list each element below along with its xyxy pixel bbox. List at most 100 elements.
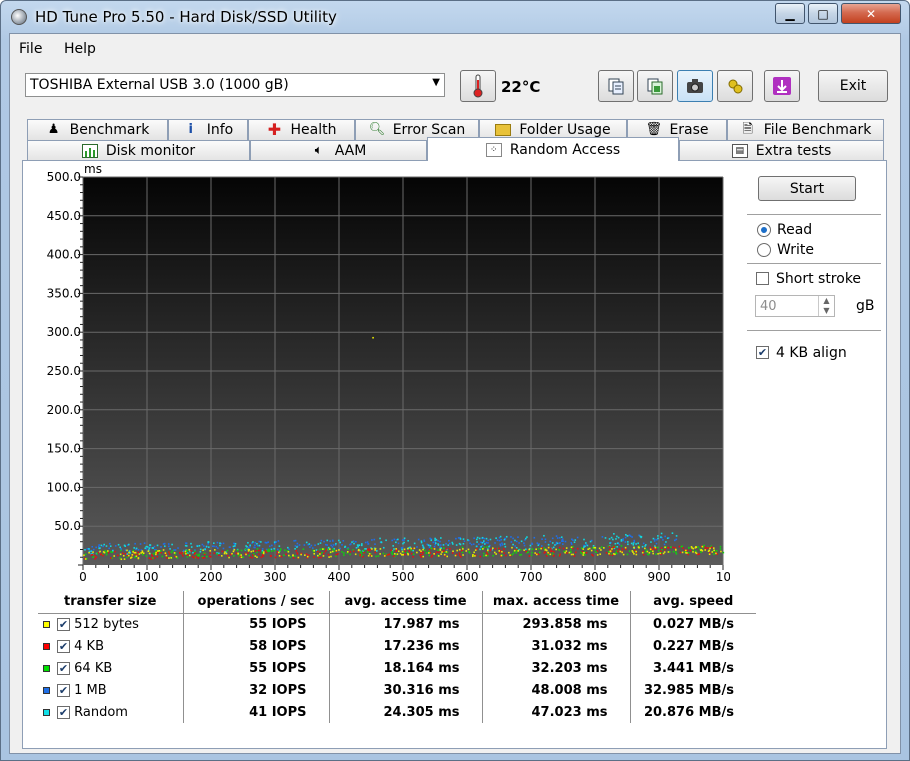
data-point (124, 553, 127, 555)
menu-file[interactable]: File (19, 41, 42, 57)
write-radio[interactable] (757, 243, 771, 257)
short-stroke-label: Short stroke (776, 271, 862, 287)
tab-random-access[interactable]: ⁘ Random Access (427, 137, 679, 161)
data-point (585, 551, 588, 554)
temperature-button[interactable] (460, 70, 496, 102)
data-point (379, 537, 381, 540)
data-point (225, 552, 228, 555)
short-stroke-input[interactable]: 40 ▲ ▼ (755, 295, 835, 317)
tab-aam[interactable]: 🔈︎ AAM (250, 140, 427, 161)
start-button[interactable]: Start (758, 176, 856, 201)
data-point (292, 554, 294, 556)
data-point (501, 550, 503, 553)
divider (747, 263, 881, 264)
minimize-button[interactable]: ▁ (775, 3, 805, 24)
data-point (267, 549, 270, 551)
series-checkbox[interactable]: ✔ (57, 617, 70, 631)
data-point (186, 556, 189, 558)
drive-select[interactable]: TOSHIBA External USB 3.0 (1000 gB) ▼ (25, 73, 445, 97)
data-point (153, 557, 156, 559)
data-point (429, 552, 432, 554)
data-point (202, 557, 204, 559)
tab-benchmark[interactable]: ♟ Benchmark (27, 119, 168, 140)
data-point (252, 550, 255, 552)
tab-extra-tests[interactable]: ▤ Extra tests (679, 140, 884, 161)
data-point (313, 549, 316, 552)
data-point (349, 551, 352, 553)
title-bar[interactable]: HD Tune Pro 5.50 - Hard Disk/SSD Utility… (1, 1, 909, 33)
data-point (527, 551, 530, 553)
data-point (329, 548, 331, 550)
spin-arrows-icon[interactable]: ▲ ▼ (818, 296, 834, 316)
series-checkbox[interactable]: ✔ (57, 661, 70, 675)
chart-svg: 500.0 450.0 400.0 350.0 300.0 250.0 200.0 150.0… (47, 162, 763, 584)
tab-info[interactable]: i Info (168, 119, 248, 140)
data-point (703, 544, 705, 547)
tab-health[interactable]: ✚ Health (248, 119, 355, 140)
screenshot-button[interactable] (677, 70, 713, 102)
align-checkbox[interactable]: ✔ (756, 346, 769, 359)
data-point (247, 541, 249, 544)
data-point (434, 537, 436, 540)
copy-image-button[interactable] (637, 70, 673, 102)
data-point (135, 547, 138, 550)
data-point (448, 539, 450, 542)
read-radio[interactable] (757, 223, 771, 237)
menu-help[interactable]: Help (64, 41, 96, 57)
short-stroke-checkbox[interactable] (756, 272, 769, 285)
save-button[interactable] (764, 70, 800, 102)
data-point (148, 552, 151, 555)
data-point (626, 535, 629, 537)
data-point (631, 550, 634, 552)
data-point (325, 549, 328, 551)
data-point (428, 552, 430, 554)
data-point (373, 538, 376, 541)
series-checkbox[interactable]: ✔ (57, 705, 70, 719)
exit-button[interactable]: Exit (818, 70, 888, 102)
data-point (164, 552, 167, 554)
data-point (363, 551, 365, 554)
data-point (611, 548, 613, 550)
data-point (182, 554, 184, 557)
data-point (440, 553, 442, 555)
data-point (715, 552, 717, 555)
data-point (261, 551, 264, 554)
copy-text-button[interactable] (598, 70, 634, 102)
close-button[interactable]: ✕ (841, 3, 901, 24)
data-point (169, 548, 171, 550)
data-point (476, 536, 479, 539)
result-size-cell: ✔ Random (38, 701, 183, 723)
data-point (552, 546, 555, 549)
data-point (331, 550, 334, 553)
result-avg: 18.164 ms (328, 657, 482, 679)
data-point (151, 555, 154, 558)
data-point (202, 549, 204, 551)
data-point (663, 543, 666, 546)
data-point (665, 541, 667, 543)
data-point (720, 550, 722, 553)
data-point (609, 542, 611, 544)
data-point (276, 553, 278, 556)
data-point (163, 545, 166, 548)
data-point (249, 556, 252, 559)
chevron-down-icon: ▼ (432, 77, 440, 88)
data-point (232, 550, 235, 553)
data-point (367, 549, 370, 552)
settings-button[interactable] (717, 70, 753, 102)
read-label: Read (777, 222, 813, 238)
y-tick-label: 500.0 (47, 170, 81, 184)
data-point (168, 545, 170, 548)
maximize-button[interactable]: □ (808, 3, 838, 24)
series-checkbox[interactable]: ✔ (57, 683, 70, 697)
data-point (277, 540, 280, 542)
tab-file-benchmark[interactable]: 🗎 File Benchmark (727, 119, 884, 140)
tab-disk-monitor[interactable]: Disk monitor (27, 140, 250, 161)
tab-label: Extra tests (755, 143, 832, 159)
data-point (474, 555, 476, 557)
data-point (508, 551, 510, 554)
data-point (622, 553, 625, 556)
data-point (419, 554, 422, 556)
series-checkbox[interactable]: ✔ (57, 639, 70, 653)
data-point (190, 542, 192, 545)
data-point (582, 548, 585, 550)
